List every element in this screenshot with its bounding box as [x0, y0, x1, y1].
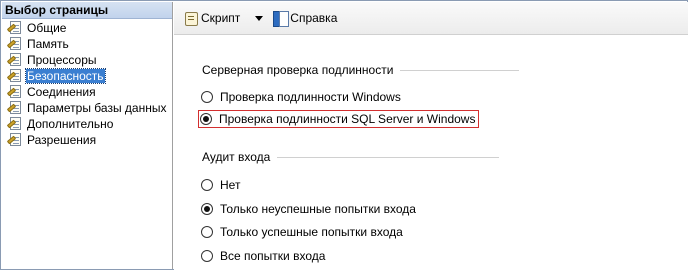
- group-divider: [277, 156, 500, 158]
- radio-label: Только неуспешные попытки входа: [220, 202, 416, 216]
- page-settings-icon: [6, 36, 23, 52]
- sidebar-item-security[interactable]: Безопасность: [2, 68, 172, 84]
- radio-unchecked-icon: [201, 226, 213, 238]
- radio-label: Только успешные попытки входа: [220, 225, 403, 239]
- script-icon: [183, 10, 199, 26]
- sidebar-item-general[interactable]: Общие: [2, 20, 172, 36]
- login-audit-group: Аудит входа: [202, 150, 500, 164]
- sidebar-item-advanced[interactable]: Дополнительно: [2, 116, 172, 132]
- help-book-icon: [272, 10, 290, 27]
- page-settings-icon: [6, 52, 23, 68]
- audit-failed-radio[interactable]: Только неуспешные попытки входа: [201, 200, 416, 218]
- windows-auth-radio[interactable]: Проверка подлинности Windows: [201, 88, 401, 106]
- page-settings-icon: [6, 84, 23, 100]
- radio-unchecked-icon: [201, 91, 213, 103]
- radio-label: Проверка подлинности SQL Server и Window…: [219, 112, 476, 126]
- radio-label: Все попытки входа: [220, 249, 326, 263]
- sidebar-item-label: Соединения: [27, 85, 96, 99]
- security-page: Скрипт Справка Серверная проверка подлин…: [174, 2, 688, 270]
- sidebar-item-label: Параметры базы данных: [27, 101, 167, 115]
- page-settings-icon: [6, 116, 23, 132]
- group-divider: [400, 69, 520, 71]
- server-properties-window: Выбор страницы Общие Память Процессоры Б…: [0, 0, 688, 270]
- audit-successful-radio[interactable]: Только успешные попытки входа: [201, 223, 403, 241]
- mixed-auth-radio[interactable]: Проверка подлинности SQL Server и Window…: [198, 110, 480, 128]
- radio-unchecked-icon: [201, 250, 213, 262]
- audit-all-radio[interactable]: Все попытки входа: [201, 247, 325, 265]
- page-selector-panel: Выбор страницы Общие Память Процессоры Б…: [2, 2, 173, 269]
- sidebar-item-label: Безопасность: [25, 68, 106, 84]
- audit-none-radio[interactable]: Нет: [201, 176, 240, 194]
- radio-checked-icon: [200, 113, 212, 125]
- sidebar-item-label: Процессоры: [27, 53, 97, 67]
- toolbar: Скрипт Справка: [174, 2, 688, 35]
- script-dropdown-arrow-icon[interactable]: [255, 15, 264, 21]
- sidebar-item-label: Дополнительно: [27, 117, 114, 131]
- sidebar-item-memory[interactable]: Память: [2, 36, 172, 52]
- server-auth-title: Серверная проверка подлинности: [202, 63, 394, 77]
- sidebar-item-processors[interactable]: Процессоры: [2, 52, 172, 68]
- sidebar-item-permissions[interactable]: Разрешения: [2, 132, 172, 148]
- page-settings-icon: [6, 68, 23, 84]
- script-button[interactable]: Скрипт: [180, 7, 243, 29]
- radio-label: Нет: [220, 178, 241, 192]
- script-label: Скрипт: [201, 11, 241, 25]
- page-settings-icon: [6, 20, 23, 36]
- page-settings-icon: [6, 132, 23, 148]
- radio-checked-icon: [201, 203, 213, 215]
- radio-label: Проверка подлинности Windows: [220, 90, 401, 104]
- sidebar-item-database-settings[interactable]: Параметры базы данных: [2, 100, 172, 116]
- page-settings-icon: [6, 100, 23, 116]
- help-button[interactable]: Справка: [269, 7, 340, 29]
- sidebar-item-label: Разрешения: [27, 133, 97, 147]
- page-selector-header: Выбор страницы: [2, 2, 172, 19]
- help-label: Справка: [290, 11, 338, 25]
- sidebar-item-label: Память: [27, 37, 69, 51]
- sidebar-item-label: Общие: [27, 21, 67, 35]
- sidebar-item-connections[interactable]: Соединения: [2, 84, 172, 100]
- server-auth-group: Серверная проверка подлинности: [202, 63, 520, 77]
- radio-unchecked-icon: [201, 179, 213, 191]
- page-list: Общие Память Процессоры Безопасность Сое…: [2, 19, 172, 148]
- login-audit-title: Аудит входа: [202, 150, 271, 164]
